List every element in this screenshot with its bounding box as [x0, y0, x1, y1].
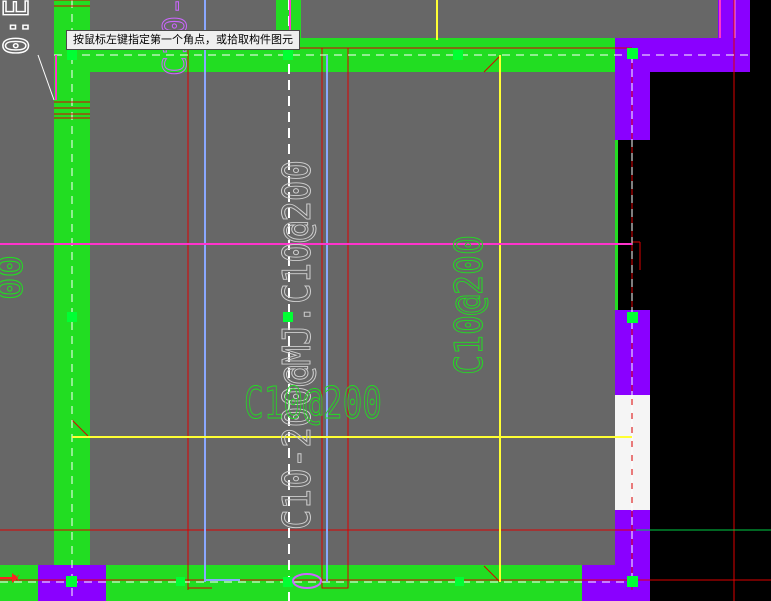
annotation-vertical-long[interactable]: C10-200@MJ.C10@200: [275, 160, 320, 531]
annotation-left-partial: 00: [0, 255, 31, 300]
annotation-corner-partial: 0:E: [0, 0, 37, 55]
column-bottom-right: [582, 565, 650, 601]
axis-x-label: X: [14, 574, 20, 583]
cad-canvas[interactable]: C10-200@MJ.C10@200 C10@200 C10@200 C10- …: [0, 0, 771, 601]
command-tooltip: 按鼠标左键指定第一个角点，或拾取构件图元: [66, 30, 300, 50]
annotation-vertical-right[interactable]: C10@200: [447, 235, 492, 376]
annotation-horizontal-mid[interactable]: C10@200: [244, 378, 383, 430]
slab-region: [0, 0, 720, 601]
